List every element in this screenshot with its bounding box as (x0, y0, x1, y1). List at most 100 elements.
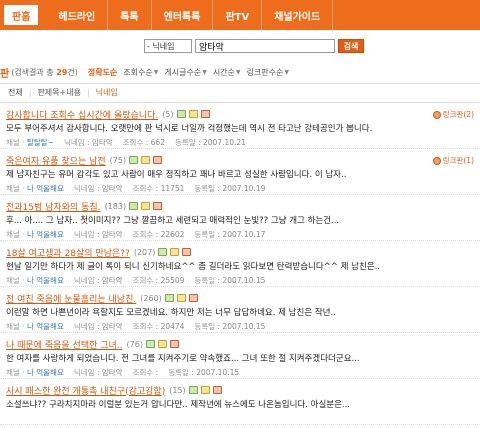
item-title[interactable]: 전 여친 죽음에 눈물흘리는 내남친. (6, 292, 136, 305)
image-icon (188, 386, 198, 394)
list-item: 18살 여고생과 28살의 만남은?? (207) 현날 일기만 하다가 제 글… (0, 241, 480, 287)
author-name[interactable]: 암타악 (92, 138, 113, 147)
sort-posts[interactable]: 게시글수순 ▼ (164, 67, 206, 78)
nickname-label: 닉네임 (73, 184, 95, 193)
item-title-row: 전 여친 죽음에 눈물흘리는 내남친. (260) (6, 292, 474, 305)
item-meta: 채널 · 나 억울해요 닉네임 : 암타악 조회수 : 등록일 : 2007.1… (6, 368, 240, 377)
item-title[interactable]: 나 때문에 죽음을 선택한 그녀.. (6, 338, 123, 351)
result-count: (검색결과 총 29건) (11, 67, 78, 77)
item-title[interactable]: 18살 여고생과 28살의 만남은?? (6, 246, 130, 259)
channel-label: 채널 · (6, 230, 25, 239)
image-icon (158, 248, 168, 256)
linkcup-icon (432, 156, 441, 165)
pan-icon (169, 340, 179, 348)
views-value: 662 (150, 138, 165, 147)
item-title[interactable]: 죽은여자 유품 찾으는 남전 (6, 154, 106, 167)
chevron-down-icon: ▼ (284, 68, 289, 76)
pan-label: 판 (0, 68, 10, 80)
tab-pan-tv[interactable]: 판TV (213, 0, 263, 30)
movie-icon (157, 340, 167, 348)
channel-link[interactable]: 나 억울해요 (27, 184, 64, 193)
date-label: 등록일 (194, 184, 216, 193)
item-meta: 채널 · 나 억울해요 닉네임 : 암타악 조회수 : 20474 등록일 : … (6, 322, 266, 331)
movie-icon (141, 156, 151, 164)
author-name[interactable]: 암타악 (102, 322, 123, 331)
author-name[interactable]: 암타악 (102, 276, 123, 285)
views-label: 조회수 (122, 138, 144, 147)
item-title-row: 죽은여자 유품 찾으는 남전 (75) (6, 154, 474, 167)
image-icon (176, 110, 186, 118)
sort-accuracy[interactable]: 정확도순 (88, 67, 117, 78)
linkcup-icon (432, 110, 441, 119)
movie-icon (200, 386, 210, 394)
tab-enter-toktok[interactable]: 엔터톡톡 (152, 0, 214, 30)
author-name[interactable]: 암타악 (102, 368, 123, 377)
image-icon (145, 340, 155, 348)
comment-count: (76) (126, 339, 143, 349)
views-label: 조회수 (132, 230, 154, 239)
date-value: 2007.10.21 (202, 138, 246, 147)
channel-link[interactable]: 나 억울해요 (27, 368, 64, 377)
image-icon (129, 156, 139, 164)
item-snippet: 현날 일기만 하다가 제 글이 톡이 되니 신기하네요^^ 좀 길더라도 읽다보… (6, 262, 381, 272)
item-title-row: 사시 패스한 완전 개통촉 내친구(감고강함) (15) (6, 384, 474, 397)
comment-count: (207) (133, 247, 156, 257)
channel-label: 채널 · (6, 276, 25, 285)
item-snippet: 후... 아.... 그 남자.. 첫이미지?? 그냥 깔끔하고 세련되고 매력… (6, 216, 340, 226)
item-title[interactable]: 사시 패스한 완전 개통촉 내친구(감고강함) (6, 384, 165, 397)
pan-icon (200, 110, 210, 118)
tab-headline[interactable]: 헤드라인 (46, 0, 109, 30)
date-value: 2007.10.15 (222, 276, 266, 285)
result-list: 감사합니다 조회수 십시간에 올랐습니다. (5) 모두 부어주셔서 감사합니다… (0, 102, 480, 425)
channel-label: 채널 · (6, 184, 25, 193)
chevron-down-icon: ▼ (202, 68, 207, 76)
sort-bar: 판 (검색결과 총 29건) 정확도순 조회수순 ▼ 게시글수순 ▼ 시간순 ▼ 링크… (0, 65, 480, 80)
comment-count: (260) (140, 293, 162, 303)
sort-views[interactable]: 조회수순 ▼ (123, 67, 158, 78)
chevron-down-icon: ▼ (235, 68, 241, 76)
channel-link[interactable]: 탈탈탈~ (27, 138, 54, 147)
date-label: 등록일 (194, 322, 216, 331)
filter-nickname[interactable]: 닉네임 (96, 87, 118, 98)
nickname-label: 닉네임 (73, 322, 95, 331)
item-title-row: 전과15범 남자와의 동침. (183) (6, 200, 474, 213)
views-value: 11751 (160, 184, 185, 193)
sort-time[interactable]: 시간순 ▼ (213, 67, 241, 78)
tab-pan-home[interactable]: 판홈 (4, 5, 39, 25)
views-label: 조회수 (132, 322, 154, 331)
comment-count: (183) (104, 201, 127, 211)
linkcup-badge[interactable]: 링크판(1) (432, 155, 474, 166)
channel-label: 채널 · (6, 368, 25, 377)
tab-channel-guide[interactable]: 채널가이드 (262, 0, 334, 30)
movie-icon (170, 248, 180, 256)
list-item: 나 때문에 죽음을 선택한 그녀.. (76) 한 여자를 사랑하게 되었습니다… (0, 333, 480, 379)
channel-link[interactable]: 나 억울해요 (27, 276, 64, 285)
filter-all[interactable]: 전체 (8, 87, 23, 98)
item-snippet: 모두 부어주셔서 감사합니다. 오랫만에 판 넉시로 너일까 걱정했는데 역시 … (6, 124, 373, 134)
pan-icon (212, 386, 222, 394)
channel-link[interactable]: 나 억울해요 (27, 230, 64, 239)
item-title[interactable]: 감사합니다 조회수 십시간에 올랐습니다. (6, 108, 158, 121)
item-title-row: 나 때문에 죽음을 선택한 그녀.. (76) (6, 338, 474, 351)
pan-icon (153, 156, 163, 164)
search-input[interactable] (195, 39, 335, 53)
divider: | (28, 87, 32, 97)
nickname-label: 닉네임 (63, 138, 85, 147)
item-snippet: 소설쓰냐?? 구라치지마라 이럴분 있는거 압니다만.. 제작년에 뉴스에도 나… (6, 400, 351, 410)
views-value: 25509 (160, 276, 185, 285)
views-value: 22602 (160, 230, 185, 239)
search-button[interactable]: 검색 (338, 39, 364, 53)
sort-linkcup[interactable]: 링크판수순 ▼ (247, 67, 289, 78)
author-name[interactable]: 암타악 (102, 230, 123, 239)
filter-title-content[interactable]: 판제목+내용 (37, 87, 81, 98)
tab-toktok[interactable]: 톡톡 (108, 0, 152, 30)
linkcup-badge[interactable]: 링크판(2) (432, 109, 474, 120)
item-meta: 채널 · 나 억울해요 닉네임 : 암타악 조회수 : 11751 등록일 : … (6, 184, 266, 193)
channel-link[interactable]: 나 억울해요 (27, 322, 64, 331)
item-title[interactable]: 전과15범 남자와의 동침. (6, 200, 101, 213)
search-field-select[interactable]: - 닉네임 (144, 39, 192, 53)
divider: | (86, 87, 90, 97)
comment-count: (15) (169, 385, 186, 395)
author-name[interactable]: 암타악 (102, 184, 123, 193)
item-snippet: 제 남자친구는 유머 감각도 있고 사람이 매우 정직하고 꽤나 바르고 성실한… (6, 170, 347, 180)
